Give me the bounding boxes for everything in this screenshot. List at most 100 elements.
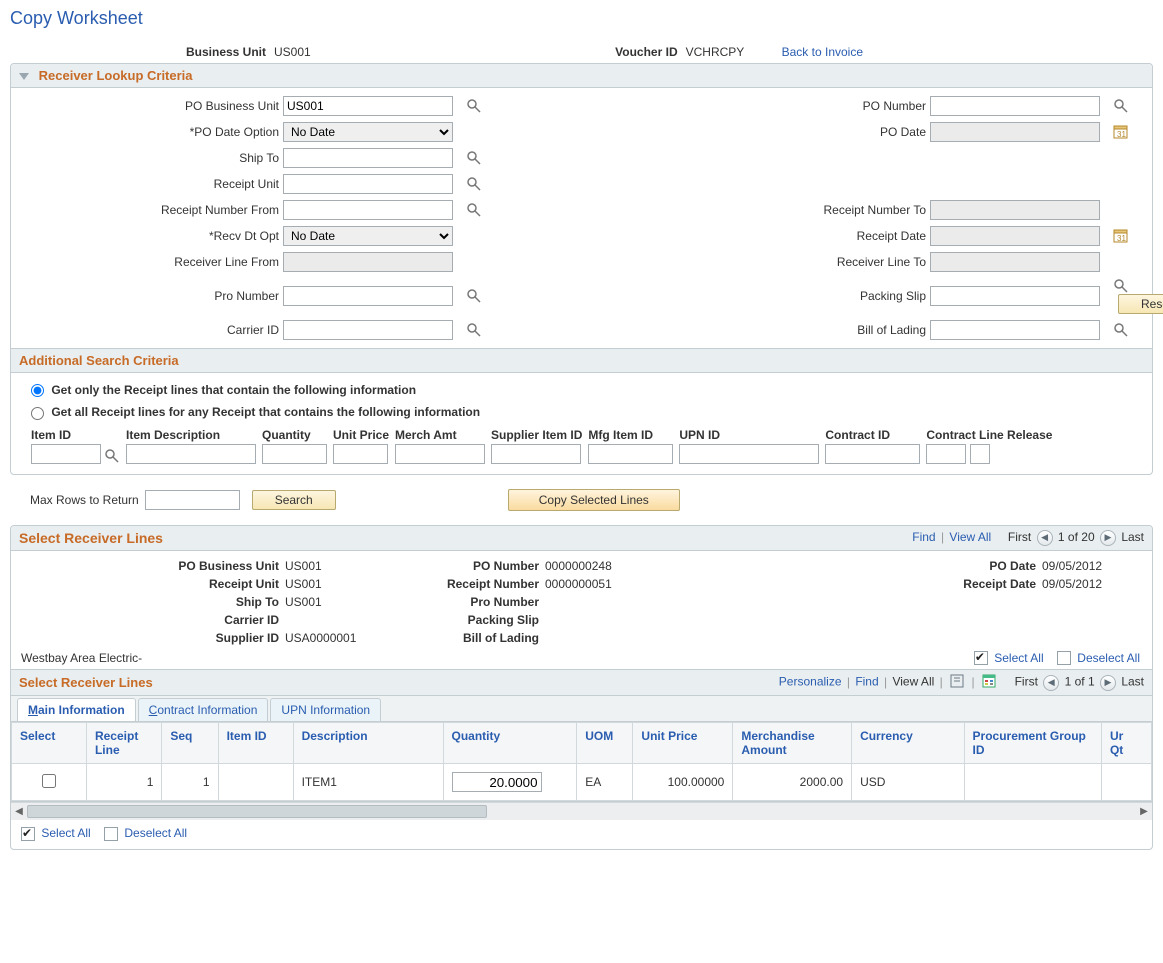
calendar-icon[interactable]: 31 (1113, 228, 1129, 244)
deselect-all-icon[interactable] (1057, 651, 1071, 665)
calendar-icon[interactable]: 31 (1113, 124, 1129, 140)
scroll-right-icon[interactable]: ▶ (1137, 804, 1151, 819)
inner-find-link[interactable]: Find (855, 675, 878, 689)
bill-of-lading-label: Bill of Lading (489, 323, 930, 337)
col-unit-qty[interactable]: UrQt (1101, 723, 1151, 764)
col-seq[interactable]: Seq (162, 723, 218, 764)
info-carrier-id-value (283, 613, 423, 627)
inner-prev-icon[interactable]: ◀ (1043, 675, 1059, 691)
lookup-icon[interactable] (104, 448, 120, 464)
contract-id-input[interactable] (825, 444, 920, 464)
deselect-all-link[interactable]: Deselect All (1077, 651, 1140, 665)
select-all-link[interactable]: Select All (994, 651, 1043, 665)
find-link[interactable]: Find (912, 530, 935, 544)
bill-of-lading-input[interactable] (930, 320, 1100, 340)
info-supplier-id-value: USA0000001 (283, 631, 423, 645)
po-date-opt-label: *PO Date Option (23, 125, 283, 139)
lookup-icon[interactable] (466, 202, 482, 218)
bottom-deselect-all-icon[interactable] (104, 827, 118, 841)
col-quantity[interactable]: Quantity (443, 723, 577, 764)
page-title: Copy Worksheet (10, 8, 1153, 29)
col-uom[interactable]: UOM (577, 723, 633, 764)
scroll-left-icon[interactable]: ◀ (12, 804, 26, 819)
col-merch-amt[interactable]: Merchandise Amount (733, 723, 852, 764)
lookup-icon[interactable] (466, 288, 482, 304)
next-icon[interactable]: ▶ (1100, 530, 1116, 546)
inner-view-all[interactable]: View All (892, 675, 934, 689)
radio-all-lines[interactable] (31, 407, 44, 420)
cell-quantity-input[interactable] (452, 772, 542, 792)
merch-amt-input[interactable] (395, 444, 485, 464)
bottom-deselect-all-link[interactable]: Deselect All (124, 826, 187, 840)
tab-main-information[interactable]: Main Information (17, 698, 136, 721)
bottom-select-all-icon[interactable] (21, 827, 35, 841)
contract-line-input[interactable] (926, 444, 966, 464)
ship-to-label: Ship To (23, 151, 283, 165)
info-bill-of-lading-label: Bill of Lading (423, 631, 543, 645)
zoom-icon[interactable] (950, 674, 964, 691)
lookup-icon[interactable] (466, 322, 482, 338)
packing-slip-input[interactable] (930, 286, 1100, 306)
pro-number-input[interactable] (283, 286, 453, 306)
tab-upn-information[interactable]: UPN Information (270, 698, 381, 721)
collapse-icon[interactable] (19, 73, 29, 80)
col-item-id[interactable]: Item ID (218, 723, 293, 764)
unit-price-input[interactable] (333, 444, 388, 464)
search-button[interactable]: Search (252, 490, 336, 510)
lookup-icon[interactable] (1113, 98, 1129, 114)
personalize-link[interactable]: Personalize (779, 675, 842, 689)
horizontal-scrollbar[interactable]: ◀ ▶ (11, 802, 1152, 820)
col-proc-grp[interactable]: Procurement Group ID (964, 723, 1101, 764)
col-currency[interactable]: Currency (852, 723, 964, 764)
contract-release-input[interactable] (970, 444, 990, 464)
row-select-checkbox[interactable] (42, 774, 56, 788)
inner-next-icon[interactable]: ▶ (1100, 675, 1116, 691)
lookup-icon[interactable] (1113, 278, 1129, 294)
mfg-item-input[interactable] (588, 444, 673, 464)
mfg-item-label: Mfg Item ID (588, 428, 673, 442)
carrier-id-input[interactable] (283, 320, 453, 340)
po-number-input[interactable] (930, 96, 1100, 116)
receipt-num-from-input[interactable] (283, 200, 453, 220)
col-description[interactable]: Description (293, 723, 443, 764)
po-date-option-select[interactable]: No Date (283, 122, 453, 142)
radio-all-lines-label: Get all Receipt lines for any Receipt th… (51, 405, 480, 419)
lookup-icon[interactable] (466, 176, 482, 192)
supplier-item-input[interactable] (491, 444, 581, 464)
receipt-num-to-input (930, 200, 1100, 220)
prev-icon[interactable]: ◀ (1037, 530, 1053, 546)
po-bu-input[interactable] (283, 96, 453, 116)
qty-input[interactable] (262, 444, 327, 464)
copy-selected-lines-button[interactable]: Copy Selected Lines (508, 489, 680, 511)
lookup-icon[interactable] (466, 98, 482, 114)
reset-button[interactable]: Reset (1118, 294, 1163, 314)
lookup-icon[interactable] (1113, 322, 1129, 338)
download-icon[interactable] (982, 674, 996, 691)
tab-contract-information[interactable]: Contract Information (138, 698, 269, 721)
table-row: 1 1 ITEM1 EA 100.00000 2000.00 USD (12, 764, 1152, 801)
max-rows-input[interactable] (145, 490, 240, 510)
business-unit-value: US001 (270, 45, 311, 59)
item-id-input[interactable] (31, 444, 101, 464)
info-receipt-date-label: Receipt Date (940, 577, 1040, 591)
back-to-invoice-link[interactable]: Back to Invoice (782, 45, 863, 59)
bottom-select-all-link[interactable]: Select All (41, 826, 90, 840)
select-receiver-lines-section: Select Receiver Lines Find | View All Fi… (10, 525, 1153, 851)
col-unit-price[interactable]: Unit Price (633, 723, 733, 764)
cell-receipt-line: 1 (86, 764, 161, 801)
cell-description: ITEM1 (293, 764, 443, 801)
receipt-unit-input[interactable] (283, 174, 453, 194)
scroll-thumb[interactable] (27, 805, 487, 818)
qty-label: Quantity (262, 428, 327, 442)
lookup-icon[interactable] (466, 150, 482, 166)
upn-id-input[interactable] (679, 444, 819, 464)
recv-dt-opt-select[interactable]: No Date (283, 226, 453, 246)
col-receipt-line[interactable]: Receipt Line (86, 723, 161, 764)
col-select[interactable]: Select (12, 723, 87, 764)
ship-to-input[interactable] (283, 148, 453, 168)
select-all-icon[interactable] (974, 651, 988, 665)
item-desc-input[interactable] (126, 444, 256, 464)
radio-contain-lines[interactable] (31, 384, 44, 397)
view-all-link[interactable]: View All (949, 530, 991, 544)
info-receipt-date-value: 09/05/2012 (1040, 577, 1140, 591)
